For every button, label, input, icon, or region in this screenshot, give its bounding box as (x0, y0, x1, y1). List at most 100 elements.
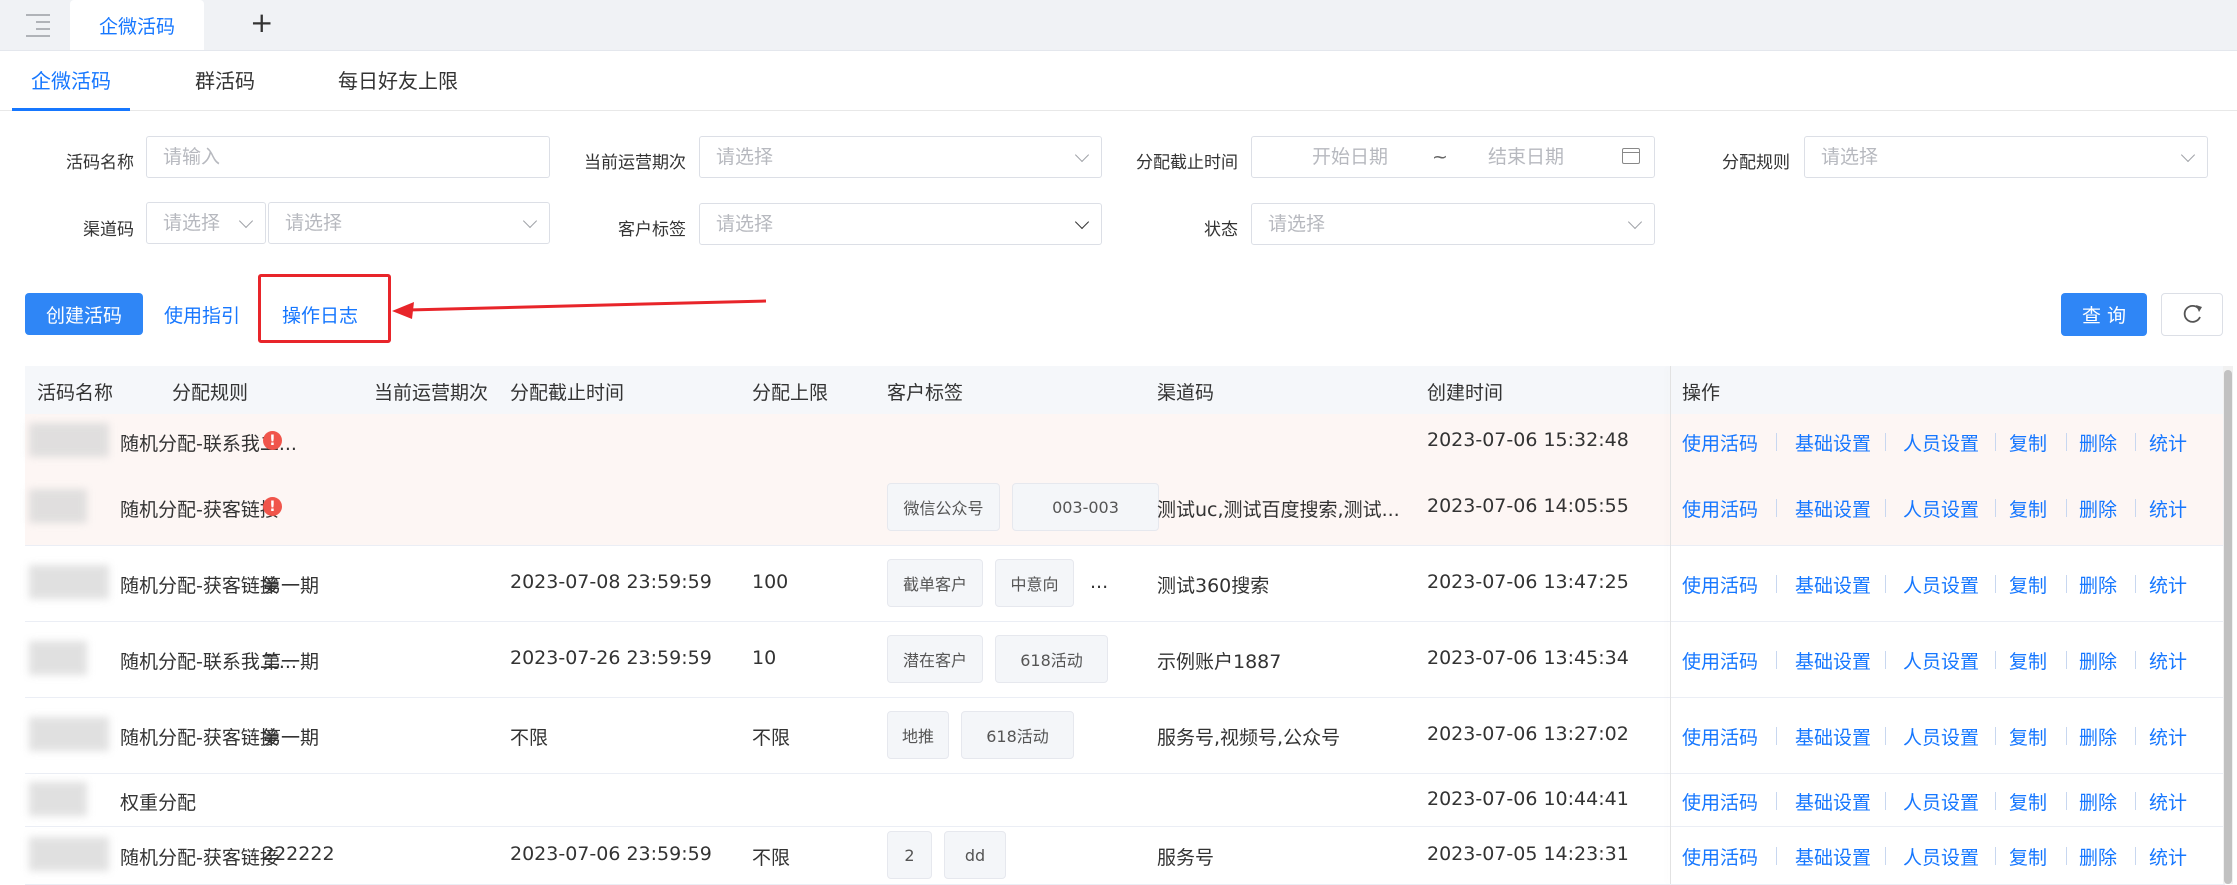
staff-settings-link[interactable]: 人员设置 (1903, 429, 1979, 456)
op-separator (2066, 847, 2067, 865)
copy-link[interactable]: 复制 (2009, 571, 2047, 598)
stats-link[interactable]: 统计 (2149, 571, 2187, 598)
use-code-link[interactable]: 使用活码 (1682, 788, 1758, 815)
delete-link[interactable]: 删除 (2079, 495, 2117, 522)
tab-group-code[interactable]: 群活码 (195, 52, 255, 108)
warning-icon: ! (263, 431, 282, 450)
basic-settings-link[interactable]: 基础设置 (1795, 571, 1871, 598)
staff-settings-link[interactable]: 人员设置 (1903, 723, 1979, 750)
stats-link[interactable]: 统计 (2149, 495, 2187, 522)
staff-settings-link[interactable]: 人员设置 (1903, 495, 1979, 522)
stats-link[interactable]: 统计 (2149, 723, 2187, 750)
basic-settings-link[interactable]: 基础设置 (1795, 647, 1871, 674)
tags-more[interactable]: ... (1090, 571, 1108, 593)
status-select[interactable]: 请选择 (1251, 203, 1655, 245)
delete-link[interactable]: 删除 (2079, 843, 2117, 870)
copy-link[interactable]: 复制 (2009, 495, 2047, 522)
channel-select-2[interactable]: 请选择 (268, 202, 550, 244)
basic-settings-link[interactable]: 基础设置 (1795, 495, 1871, 522)
op-separator (1885, 499, 1886, 517)
staff-settings-link[interactable]: 人员设置 (1903, 788, 1979, 815)
operation-log-link[interactable]: 操作日志 (282, 301, 358, 328)
range-separator: ~ (1432, 146, 1448, 168)
name-input[interactable]: 请输入 (146, 136, 550, 178)
cell-created: 2023-07-06 13:27:02 (1427, 723, 1629, 745)
op-separator (2066, 575, 2067, 593)
tag-chip: 618活动 (961, 711, 1074, 759)
tag-chip: 潜在客户 (887, 635, 983, 683)
cell-channel: 测试360搜索 (1157, 575, 1270, 597)
use-code-link[interactable]: 使用活码 (1682, 429, 1758, 456)
cell-period: 第一期 (262, 651, 320, 673)
calendar-icon (1622, 148, 1640, 164)
use-code-link[interactable]: 使用活码 (1682, 843, 1758, 870)
staff-settings-link[interactable]: 人员设置 (1903, 843, 1979, 870)
delete-link[interactable]: 删除 (2079, 571, 2117, 598)
delete-link[interactable]: 删除 (2079, 788, 2117, 815)
use-code-link[interactable]: 使用活码 (1682, 723, 1758, 750)
add-tab-icon[interactable]: + (250, 6, 273, 39)
basic-settings-link[interactable]: 基础设置 (1795, 429, 1871, 456)
use-code-link[interactable]: 使用活码 (1682, 571, 1758, 598)
channel-select-1[interactable]: 请选择 (146, 202, 266, 244)
cell-created: 2023-07-05 14:23:31 (1427, 843, 1629, 865)
col-created: 创建时间 (1427, 382, 1504, 404)
col-channel: 渠道码 (1157, 382, 1215, 404)
col-name: 活码名称 (37, 382, 114, 404)
cell-created: 2023-07-06 13:45:34 (1427, 647, 1629, 669)
op-separator (1776, 575, 1777, 593)
end-date[interactable]: 结束日期 (1488, 137, 1564, 177)
use-code-link[interactable]: 使用活码 (1682, 495, 1758, 522)
col-limit: 分配上限 (752, 382, 829, 404)
col-tags: 客户标签 (887, 382, 964, 404)
basic-settings-link[interactable]: 基础设置 (1795, 788, 1871, 815)
cell-period: 222222 (262, 843, 335, 865)
cell-channel: 测试uc,测试百度搜索,测试... (1157, 499, 1400, 521)
delete-link[interactable]: 删除 (2079, 723, 2117, 750)
staff-settings-link[interactable]: 人员设置 (1903, 647, 1979, 674)
stats-link[interactable]: 统计 (2149, 647, 2187, 674)
refresh-button[interactable] (2161, 293, 2223, 336)
chevron-down-icon (522, 213, 538, 229)
cell-rule: 随机分配-获客链接 (120, 575, 279, 597)
tab-daily-friend-limit[interactable]: 每日好友上限 (338, 52, 458, 108)
channel-placeholder-1: 请选择 (163, 212, 221, 234)
basic-settings-link[interactable]: 基础设置 (1795, 843, 1871, 870)
cell-limit: 不限 (752, 727, 791, 749)
top-tab-active[interactable]: 企微活码 (70, 0, 204, 50)
copy-link[interactable]: 复制 (2009, 723, 2047, 750)
copy-link[interactable]: 复制 (2009, 788, 2047, 815)
tag-chip: 618活动 (995, 635, 1108, 683)
stats-link[interactable]: 统计 (2149, 843, 2187, 870)
copy-link[interactable]: 复制 (2009, 647, 2047, 674)
op-separator (1776, 499, 1777, 517)
refresh-icon (2183, 304, 2202, 323)
stats-link[interactable]: 统计 (2149, 429, 2187, 456)
tab-qiwei-code[interactable]: 企微活码 (12, 52, 130, 111)
basic-settings-link[interactable]: 基础设置 (1795, 723, 1871, 750)
use-code-link[interactable]: 使用活码 (1682, 647, 1758, 674)
chevron-down-icon (1074, 214, 1090, 230)
delete-link[interactable]: 删除 (2079, 647, 2117, 674)
copy-link[interactable]: 复制 (2009, 843, 2047, 870)
query-button[interactable]: 查 询 (2061, 293, 2147, 336)
chevron-down-icon (2180, 147, 2196, 163)
tag-select[interactable]: 请选择 (699, 203, 1102, 245)
deadline-range[interactable]: 开始日期 ~ 结束日期 (1251, 136, 1655, 178)
staff-settings-link[interactable]: 人员设置 (1903, 571, 1979, 598)
scrollbar-thumb[interactable] (2224, 370, 2232, 884)
rule-select[interactable]: 请选择 (1804, 136, 2208, 178)
stats-link[interactable]: 统计 (2149, 788, 2187, 815)
table-header: 活码名称 分配规则 当前运营期次 分配截止时间 分配上限 客户标签 渠道码 创建… (25, 366, 2225, 415)
table-row: 随机分配-获客链接 第一期 2023-07-08 23:59:59 100 截单客户 中意… (25, 545, 2225, 622)
menu-collapse-icon[interactable] (22, 8, 54, 40)
top-tab-bar: 企微活码 + (0, 0, 2237, 51)
start-date[interactable]: 开始日期 (1312, 137, 1388, 177)
create-code-button[interactable]: 创建活码 (25, 293, 143, 335)
delete-link[interactable]: 删除 (2079, 429, 2117, 456)
guide-link[interactable]: 使用指引 (164, 301, 240, 328)
rule-placeholder: 请选择 (1821, 146, 1879, 168)
period-select[interactable]: 请选择 (699, 136, 1102, 178)
copy-link[interactable]: 复制 (2009, 429, 2047, 456)
op-separator (2066, 792, 2067, 810)
